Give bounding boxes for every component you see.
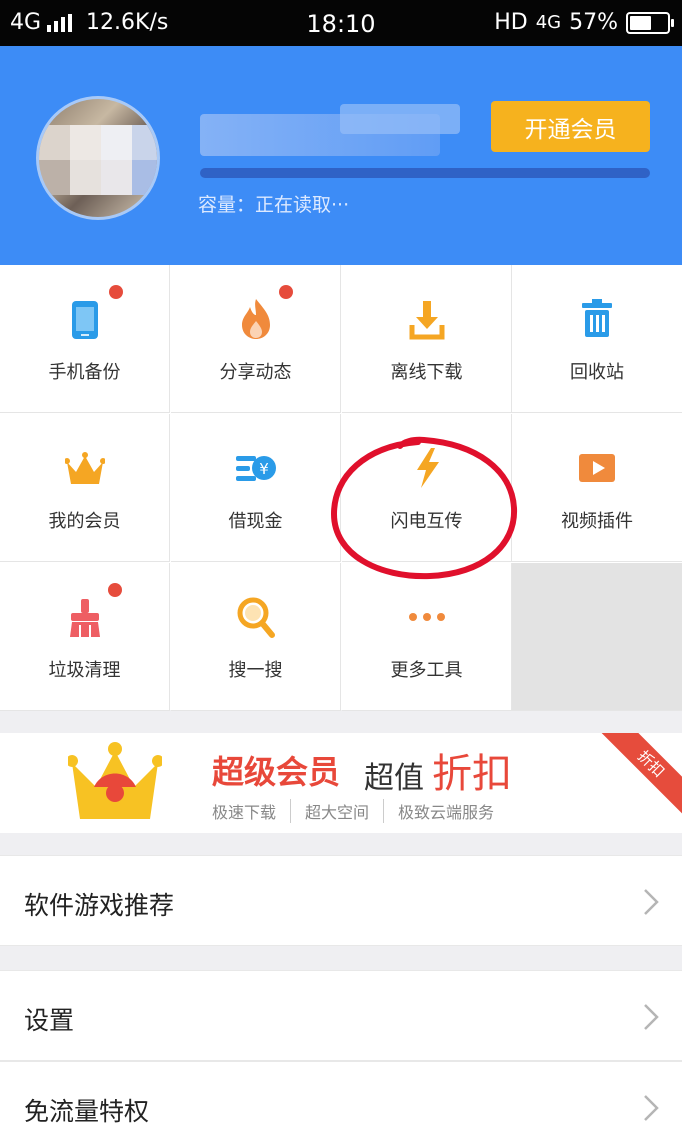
empty-cell	[512, 563, 682, 711]
more-icon	[409, 613, 445, 621]
tool-label: 借现金	[228, 511, 283, 532]
broom-icon	[70, 599, 100, 637]
tool-search[interactable]: 搜一搜	[171, 563, 341, 711]
cash-icon: ¥	[236, 456, 276, 481]
tool-more[interactable]: 更多工具	[342, 563, 512, 711]
hd-indicator: HD	[494, 10, 528, 35]
storage-progress-bar	[200, 168, 650, 178]
svg-text:¥: ¥	[259, 460, 269, 478]
tool-borrow-cash[interactable]: ¥ 借现金	[171, 414, 341, 562]
phone-icon	[72, 301, 98, 339]
tool-lightning-transfer[interactable]: 闪电互传	[342, 414, 512, 562]
tool-label: 离线下载	[390, 362, 463, 383]
menu-item-settings[interactable]: 设置	[0, 970, 682, 1061]
discount-ribbon: 折扣	[595, 733, 682, 820]
menu-label: 设置	[24, 1006, 75, 1035]
tool-phone-backup[interactable]: 手机备份	[0, 265, 170, 413]
status-bar: 4G 12.6K/s 18:10 HD 4G 57%	[0, 0, 682, 46]
avatar-mosaic	[39, 125, 157, 195]
banner-feature: 超大空间	[290, 799, 383, 823]
menu-item-software-games[interactable]: 软件游戏推荐	[0, 855, 682, 946]
tool-offline-download[interactable]: 离线下载	[342, 265, 512, 413]
tools-grid: 手机备份 分享动态 离线下载 回收站 我的会员 ¥ 借现金 闪电互传 视频插件 …	[0, 265, 682, 711]
magnifier-icon	[237, 597, 275, 638]
battery-percent: 57%	[569, 10, 618, 35]
menu-label: 免流量特权	[24, 1097, 150, 1126]
tool-label: 视频插件	[561, 511, 633, 532]
tool-share-feed[interactable]: 分享动态	[171, 265, 341, 413]
lightning-icon	[417, 448, 439, 488]
username-blurred-part	[340, 104, 460, 134]
tool-video-plugin[interactable]: 视频插件	[512, 414, 682, 562]
avatar[interactable]	[36, 96, 160, 220]
banner-title-mid: 超值	[364, 761, 424, 796]
tool-label: 垃圾清理	[48, 660, 121, 681]
badge-dot	[279, 285, 293, 299]
download-icon	[409, 301, 445, 340]
badge-dot	[109, 285, 123, 299]
super-vip-banner[interactable]: 超级会员 超值 折扣 极速下载 超大空间 极致云端服务 折扣	[0, 733, 682, 833]
tool-my-membership[interactable]: 我的会员	[0, 414, 170, 562]
menu-label: 软件游戏推荐	[24, 891, 175, 920]
chevron-right-icon	[644, 1004, 659, 1030]
tool-junk-clean[interactable]: 垃圾清理	[0, 563, 170, 711]
tool-label: 闪电互传	[390, 511, 463, 532]
tool-recycle-bin[interactable]: 回收站	[512, 265, 682, 413]
banner-feature: 极致云端服务	[383, 799, 508, 823]
tool-label: 更多工具	[390, 660, 463, 681]
trash-icon	[582, 299, 612, 337]
open-vip-button[interactable]: 开通会员	[491, 101, 650, 152]
banner-title-bold: 超级会员	[212, 753, 341, 791]
flame-icon	[242, 299, 270, 339]
video-icon	[579, 454, 615, 482]
tool-label: 回收站	[570, 362, 624, 383]
status-right: HD 4G 57%	[494, 10, 674, 35]
chevron-right-icon	[644, 1095, 659, 1121]
banner-feature: 极速下载	[212, 803, 277, 822]
banner-crown-icon	[68, 742, 162, 819]
capacity-label: 容量：正在读取···	[198, 194, 350, 216]
tool-label: 我的会员	[48, 511, 121, 532]
battery-fill	[630, 15, 651, 30]
tool-label: 搜一搜	[228, 660, 283, 681]
tool-label: 分享动态	[219, 362, 292, 383]
tool-label: 手机备份	[48, 362, 121, 383]
battery-icon	[626, 11, 674, 34]
crown-icon	[65, 452, 105, 484]
badge-dot	[108, 583, 122, 597]
profile-header: 容量：正在读取··· 开通会员	[0, 46, 682, 265]
network-type-right: 4G	[535, 12, 562, 33]
menu-item-free-data[interactable]: 免流量特权	[0, 1061, 682, 1127]
banner-features: 极速下载 超大空间 极致云端服务	[212, 799, 508, 823]
chevron-right-icon	[644, 889, 659, 915]
banner-title-big: 折扣	[432, 751, 512, 797]
